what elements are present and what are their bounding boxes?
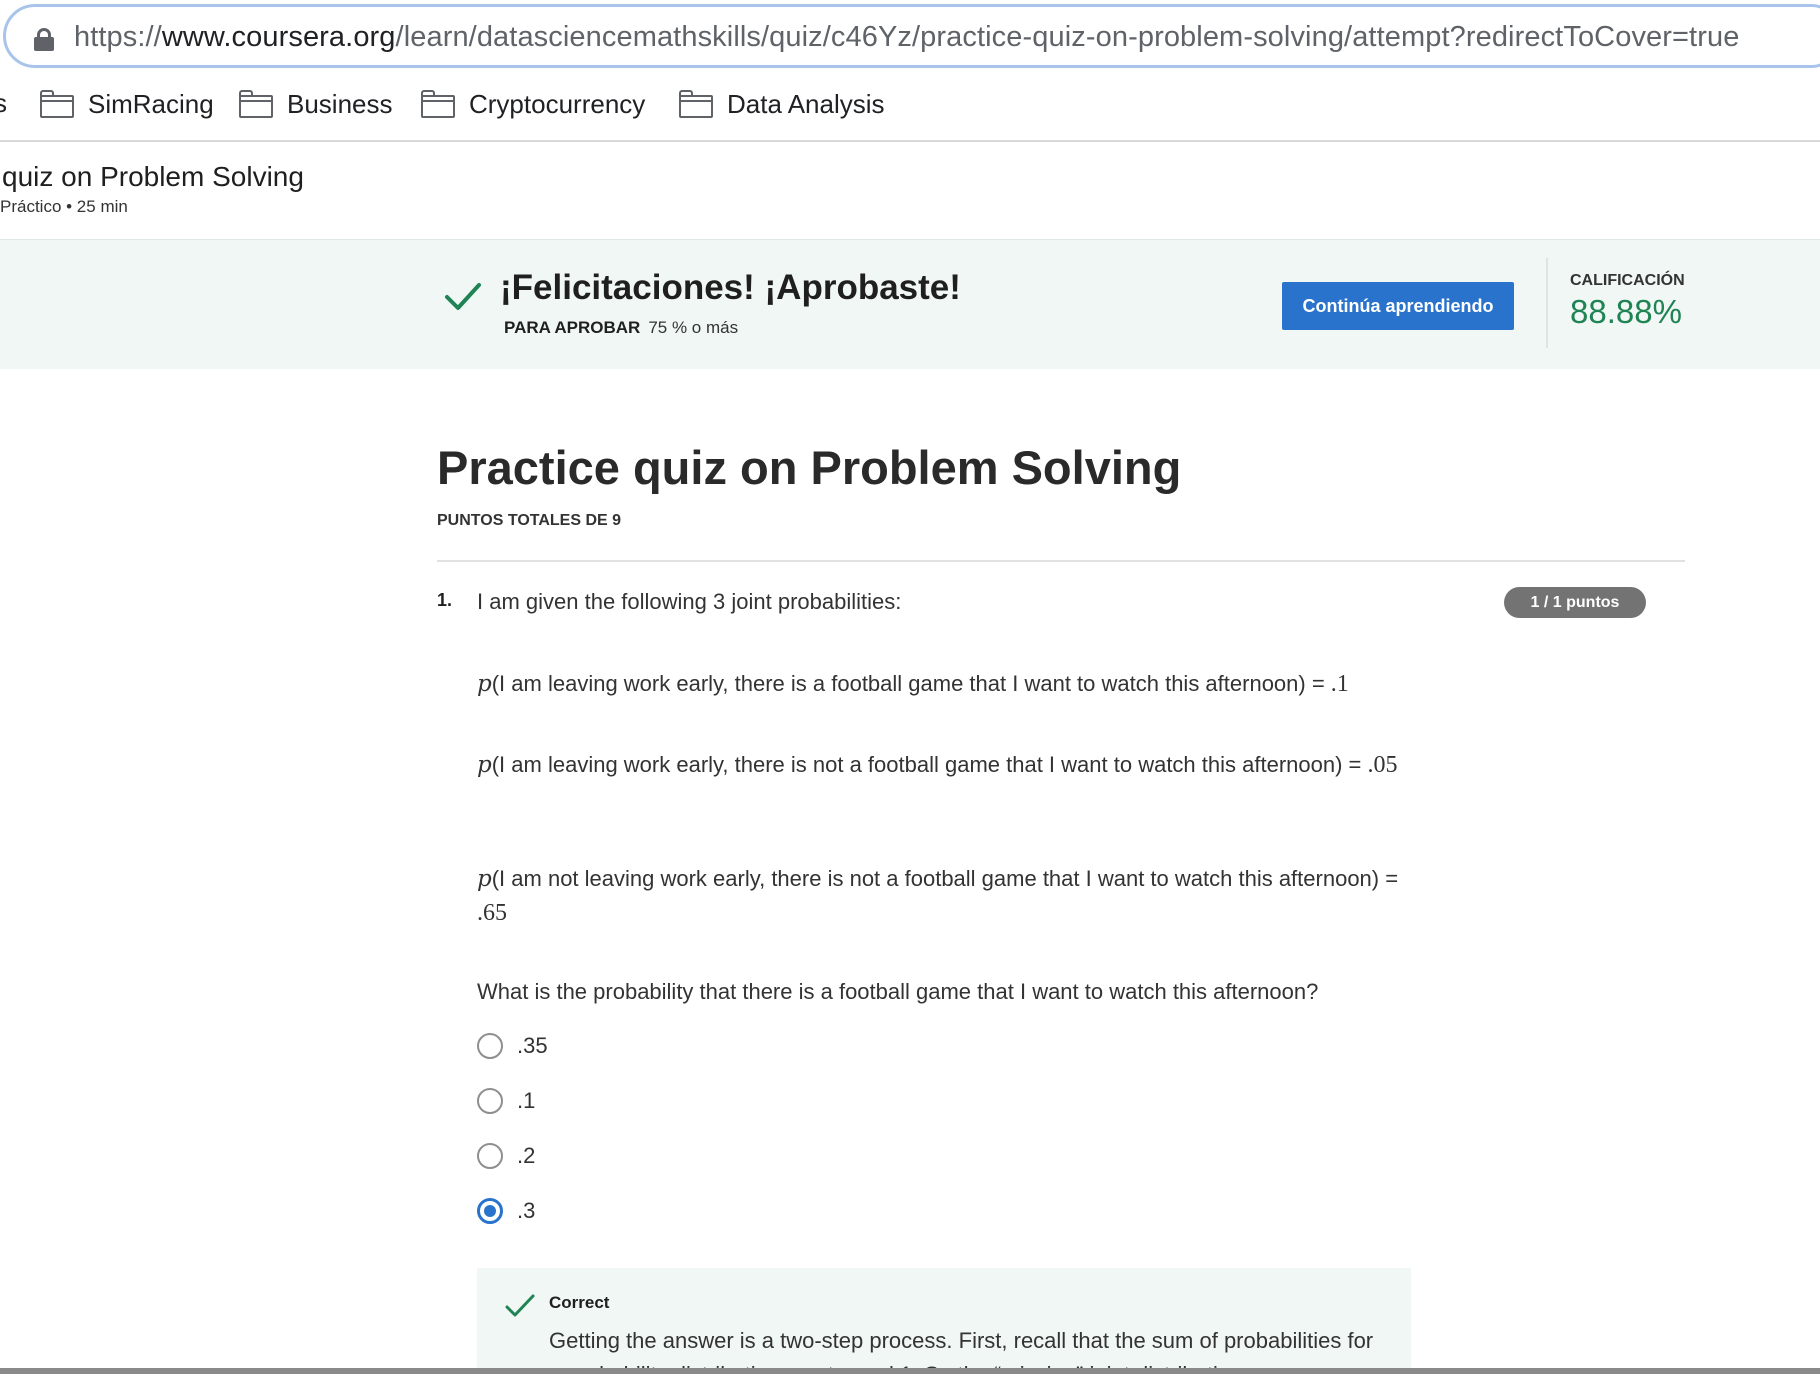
- folder-icon: [679, 90, 713, 118]
- check-icon: [505, 1294, 535, 1317]
- option-label[interactable]: .1: [517, 1088, 535, 1114]
- points-badge: 1 / 1 puntos: [1504, 587, 1646, 618]
- item-meta: Práctico • 25 min: [0, 197, 128, 216]
- radio-button[interactable]: [477, 1033, 503, 1059]
- answer-option-3[interactable]: .2: [477, 1141, 535, 1171]
- quiz-title: Practice quiz on Problem Solving: [437, 441, 1182, 494]
- question-prompt: What is the probability that there is a …: [477, 979, 1319, 1004]
- continue-learning-button[interactable]: Continúa aprendiendo: [1282, 282, 1514, 330]
- radio-button[interactable]: [477, 1088, 503, 1114]
- bookmark-cryptocurrency[interactable]: Cryptocurrency: [421, 86, 645, 122]
- check-icon: [445, 283, 481, 310]
- folder-icon: [40, 90, 74, 118]
- chrome-divider: [0, 140, 1820, 142]
- bookmark-label: SimRacing: [88, 88, 214, 119]
- address-bar[interactable]: https://www.coursera.org/learn/datascien…: [3, 4, 1820, 68]
- folder-icon: [421, 90, 455, 118]
- feedback-title: Correct: [549, 1293, 610, 1312]
- feedback-text: Getting the answer is a two-step process…: [549, 1328, 1374, 1374]
- bookmarks-bar: s SimRacing Business Cryptocurrency Data…: [0, 82, 1820, 126]
- lock-icon[interactable]: [34, 28, 54, 51]
- window-bottom-edge: [0, 1368, 1820, 1374]
- answer-option-4[interactable]: .3: [477, 1196, 535, 1226]
- question-text: I am given the following 3 joint probabi…: [477, 589, 902, 614]
- bookmark-label: Business: [287, 88, 393, 119]
- joint-probability-2: p(I am leaving work early, there is not …: [477, 752, 1398, 778]
- option-label[interactable]: .2: [517, 1143, 535, 1169]
- joint-probability-1: p(I am leaving work early, there is a fo…: [477, 671, 1349, 697]
- folder-icon: [239, 90, 273, 118]
- option-label[interactable]: .35: [517, 1033, 548, 1059]
- banner-divider: [1546, 258, 1548, 348]
- pass-value: 75 % o más: [648, 318, 739, 337]
- bookmark-data-analysis[interactable]: Data Analysis: [679, 86, 885, 122]
- banner-title: ¡Felicitaciones! ¡Aprobaste!: [500, 268, 961, 307]
- bookmark-label: Cryptocurrency: [469, 88, 646, 119]
- grade-value: 88.88%: [1570, 293, 1682, 330]
- item-title: quiz on Problem Solving: [2, 161, 304, 192]
- section-divider: [437, 560, 1685, 562]
- answer-option-2[interactable]: .1: [477, 1086, 535, 1116]
- bookmark-business[interactable]: Business: [239, 86, 393, 122]
- option-label[interactable]: .3: [517, 1198, 535, 1224]
- bookmark-simracing[interactable]: SimRacing: [40, 86, 214, 122]
- radio-button-selected[interactable]: [477, 1198, 503, 1224]
- grade-label: CALIFICACIÓN: [1570, 272, 1685, 289]
- feedback-panel: Correct Getting the answer is a two-step…: [477, 1268, 1411, 1374]
- pass-requirement: PARA APROBAR 75 % o más: [504, 318, 738, 338]
- bookmark-label: Data Analysis: [727, 88, 885, 119]
- total-points: PUNTOS TOTALES DE 9: [437, 512, 622, 529]
- answer-option-1[interactable]: .35: [477, 1031, 548, 1061]
- url-text[interactable]: https://www.coursera.org/learn/datascien…: [74, 21, 1739, 54]
- question-number: 1.: [437, 590, 453, 610]
- joint-probability-3: p(I am not leaving work early, there is …: [477, 866, 1399, 926]
- pass-label: PARA APROBAR: [504, 318, 641, 337]
- radio-button[interactable]: [477, 1143, 503, 1169]
- bookmark-cut-label[interactable]: s: [0, 88, 7, 119]
